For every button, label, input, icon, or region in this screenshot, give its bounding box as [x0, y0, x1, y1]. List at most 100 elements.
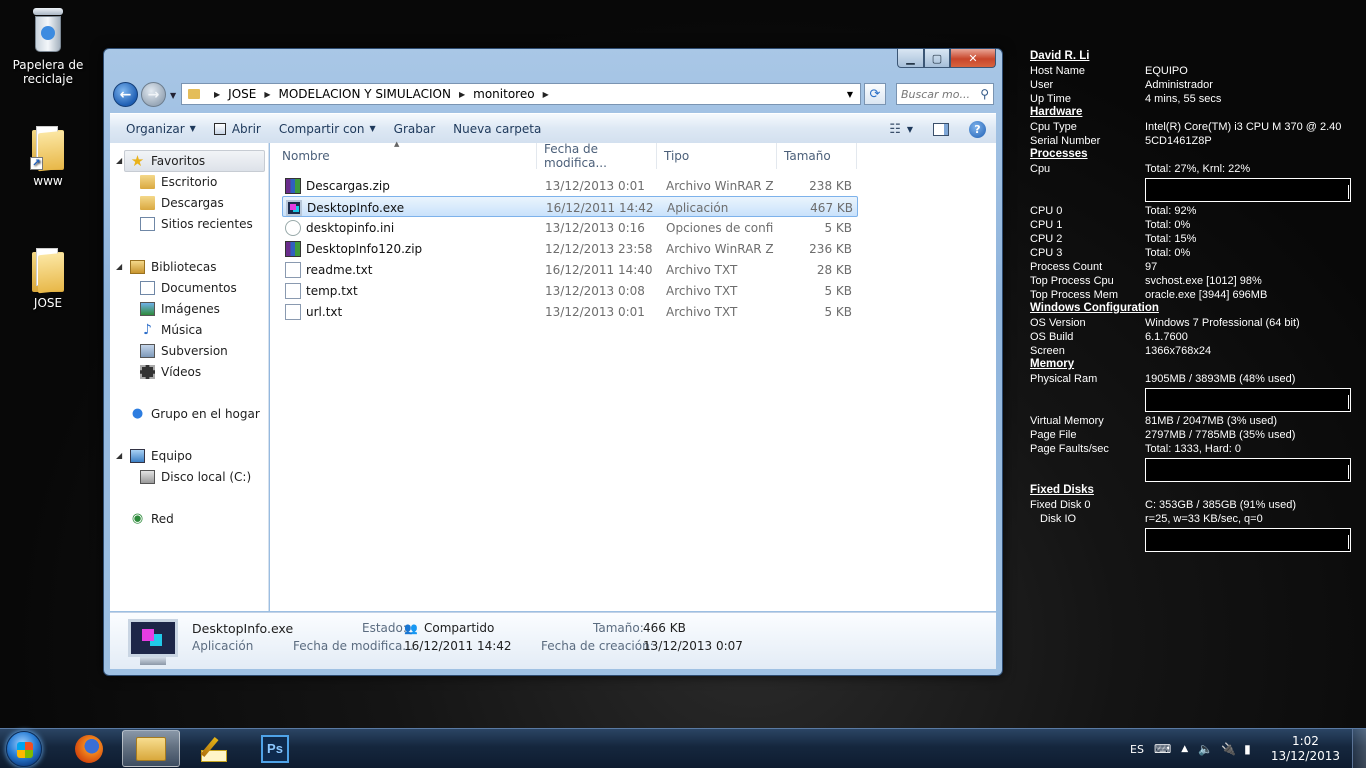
- address-bar[interactable]: ▶ JOSE ▶ MODELACION Y SIMULACION ▶ monit…: [181, 83, 861, 105]
- sort-up-icon: ▲: [394, 140, 400, 148]
- downloads-folder-icon: [140, 196, 155, 210]
- show-desktop-button[interactable]: [1352, 729, 1366, 768]
- chevron-down-icon[interactable]: ▼: [907, 125, 913, 134]
- breadcrumb-item[interactable]: monitoreo: [473, 87, 534, 101]
- taskbar-app-firefox[interactable]: [60, 730, 118, 767]
- nav-item-music[interactable]: ♪ Música: [140, 320, 202, 340]
- show-hidden-icons-chevron-icon[interactable]: ▲: [1181, 744, 1188, 754]
- preview-pane-icon[interactable]: [933, 122, 949, 136]
- file-size: 5 KB: [824, 283, 852, 298]
- nav-item-local-disk[interactable]: Disco local (C:): [140, 467, 251, 487]
- minimize-button[interactable]: ▁: [897, 49, 924, 68]
- network-status-icon[interactable]: ▮: [1244, 742, 1251, 756]
- open-label: Abrir: [231, 121, 261, 136]
- collapse-icon[interactable]: ◢: [116, 262, 122, 271]
- details-size-label: Tamaño:: [593, 621, 644, 635]
- desktop-icon-recycle-bin[interactable]: Papelera de reciclaje: [8, 8, 88, 86]
- info-label: Screen: [1030, 345, 1065, 357]
- search-icon[interactable]: ⚲: [980, 87, 989, 101]
- power-plug-icon[interactable]: 🔌: [1221, 742, 1236, 756]
- desktop-icon-label: Papelera de reciclaje: [12, 58, 84, 86]
- file-type: Archivo TXT: [666, 304, 738, 319]
- breadcrumb-arrow-icon[interactable]: ▶: [459, 90, 465, 99]
- breadcrumb-item[interactable]: MODELACION Y SIMULACION: [279, 87, 451, 101]
- view-options-icon[interactable]: ☷: [889, 122, 901, 137]
- share-button[interactable]: Compartir con ▼: [270, 114, 385, 144]
- nav-item-homegroup[interactable]: ● Grupo en el hogar: [130, 404, 260, 424]
- clock[interactable]: 1:02 13/12/2013: [1271, 734, 1340, 764]
- file-row[interactable]: desktopinfo.ini 13/12/2013 0:16 Opciones…: [282, 217, 858, 238]
- file-date: 13/12/2013 0:01: [545, 304, 645, 319]
- info-value: 4 mins, 55 secs: [1145, 93, 1222, 105]
- winrar-archive-icon: [285, 177, 301, 194]
- organize-button[interactable]: Organizar ▼: [110, 114, 205, 144]
- column-header-type[interactable]: Tipo: [657, 143, 777, 169]
- info-label: CPU 3: [1030, 247, 1063, 259]
- system-tray: ES ⌨ ▲ 🔈 🔌 ▮: [1130, 729, 1251, 768]
- burn-button[interactable]: Grabar: [385, 114, 445, 144]
- nav-item-images[interactable]: Imágenes: [140, 299, 220, 319]
- maximize-button[interactable]: ▢: [924, 49, 950, 68]
- nav-item-recent[interactable]: Sitios recientes: [140, 214, 253, 234]
- file-name: DesktopInfo120.zip: [306, 241, 423, 256]
- file-row-selected[interactable]: DesktopInfo.exe 16/12/2011 14:42 Aplicac…: [282, 196, 858, 217]
- info-value: 81MB / 2047MB (3% used): [1145, 415, 1278, 427]
- file-row[interactable]: url.txt 13/12/2013 0:01 Archivo TXT 5 KB: [282, 301, 858, 322]
- refresh-button[interactable]: ⟳: [864, 83, 886, 105]
- file-row[interactable]: temp.txt 13/12/2013 0:08 Archivo TXT 5 K…: [282, 280, 858, 301]
- collapse-icon[interactable]: ◢: [116, 451, 122, 460]
- nav-item-label: Equipo: [151, 449, 193, 463]
- details-created-label: Fecha de creación:: [541, 639, 654, 653]
- address-dropdown[interactable]: ▼: [842, 84, 858, 104]
- info-value: 1366x768x24: [1145, 345, 1212, 357]
- burn-label: Grabar: [393, 121, 436, 136]
- settings-file-icon: [285, 219, 301, 236]
- shared-users-icon: 👥: [404, 622, 418, 635]
- nav-item-libraries[interactable]: Bibliotecas: [130, 257, 216, 277]
- desktop-icon-label: JOSE: [33, 296, 63, 310]
- volume-icon[interactable]: 🔈: [1198, 742, 1213, 756]
- recent-pages-dropdown[interactable]: ▼: [170, 91, 176, 100]
- taskbar-app-notepad[interactable]: [184, 730, 242, 767]
- nav-item-desktop[interactable]: Escritorio: [140, 172, 217, 192]
- start-button[interactable]: [6, 731, 42, 767]
- column-header-name[interactable]: Nombre ▲: [270, 140, 537, 169]
- collapse-icon[interactable]: ◢: [116, 156, 122, 165]
- open-button[interactable]: Abrir: [205, 114, 270, 144]
- file-row[interactable]: readme.txt 16/12/2011 14:40 Archivo TXT …: [282, 259, 858, 280]
- keyboard-icon[interactable]: ⌨: [1154, 742, 1171, 756]
- breadcrumb-arrow-icon[interactable]: ▶: [543, 90, 549, 99]
- info-value: Total: 0%: [1145, 247, 1191, 259]
- file-type: Archivo TXT: [666, 262, 738, 277]
- disk-io-graph: [1145, 528, 1351, 552]
- nav-item-subversion[interactable]: Subversion: [140, 341, 228, 361]
- new-folder-button[interactable]: Nueva carpeta: [444, 114, 550, 144]
- help-icon[interactable]: ?: [969, 120, 986, 138]
- winrar-archive-icon: [285, 240, 301, 257]
- desktop-icon-www[interactable]: ↗ www: [8, 126, 88, 188]
- nav-item-network[interactable]: ◉ Red: [130, 509, 174, 529]
- search-input[interactable]: Buscar mo... ⚲: [896, 83, 994, 105]
- file-row[interactable]: DesktopInfo120.zip 12/12/2013 23:58 Arch…: [282, 238, 858, 259]
- taskbar-app-photoshop[interactable]: Ps: [246, 730, 304, 767]
- breadcrumb-item[interactable]: JOSE: [228, 87, 256, 101]
- nav-item-computer[interactable]: Equipo: [130, 446, 192, 466]
- taskbar-app-explorer[interactable]: [122, 730, 180, 767]
- nav-item-documents[interactable]: Documentos: [140, 278, 237, 298]
- nav-item-favorites[interactable]: ★ Favoritos: [130, 151, 205, 171]
- language-indicator[interactable]: ES: [1130, 743, 1144, 756]
- desktop-icon-jose[interactable]: JOSE: [8, 248, 88, 310]
- column-header-size[interactable]: Tamaño: [777, 143, 857, 169]
- breadcrumb-arrow-icon[interactable]: ▶: [264, 90, 270, 99]
- file-row[interactable]: Descargas.zip 13/12/2013 0:01 Archivo Wi…: [282, 175, 858, 196]
- breadcrumb-arrow-icon[interactable]: ▶: [214, 90, 220, 99]
- info-label: Physical Ram: [1030, 373, 1098, 385]
- back-button[interactable]: ←: [113, 82, 138, 107]
- nav-item-downloads[interactable]: Descargas: [140, 193, 224, 213]
- details-state-value: 👥 Compartido: [404, 621, 494, 635]
- documents-icon: [140, 281, 155, 295]
- forward-button[interactable]: →: [141, 82, 166, 107]
- nav-item-videos[interactable]: Vídeos: [140, 362, 201, 382]
- column-header-date[interactable]: Fecha de modifica...: [537, 142, 657, 170]
- close-button[interactable]: ✕: [950, 49, 996, 68]
